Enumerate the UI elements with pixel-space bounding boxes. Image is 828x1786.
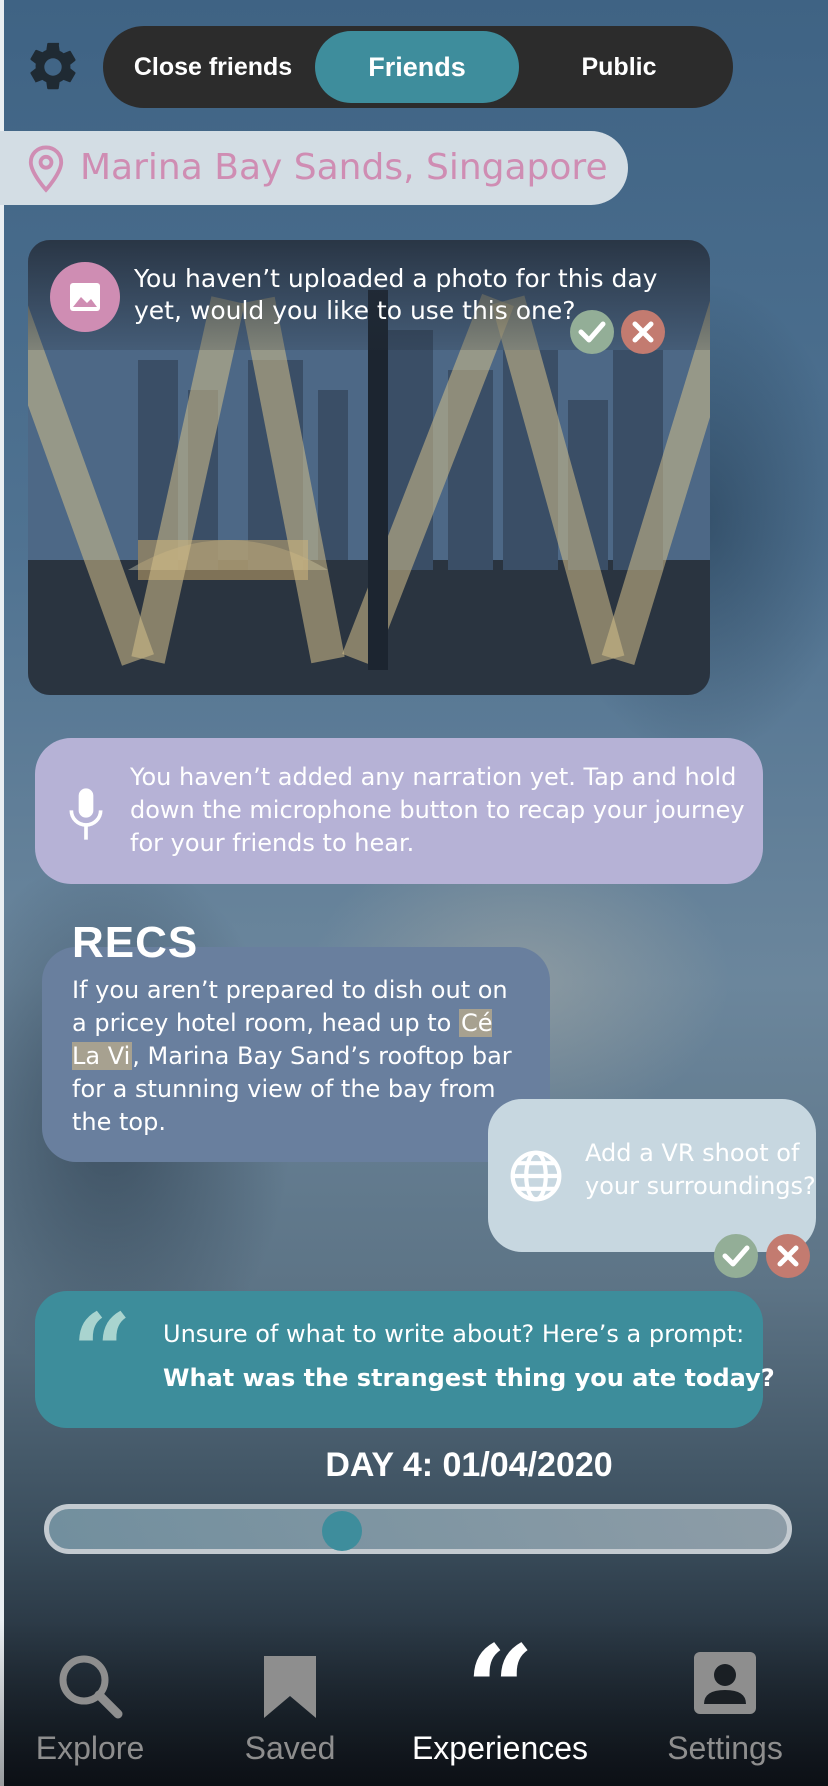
bottom-nav: Explore Saved “ Experiences Settings [0,1620,828,1786]
day-label: DAY 4: 01/04/2020 [325,1446,613,1484]
audience-friends[interactable]: Friends [315,31,519,103]
photo-icon [50,262,120,332]
check-icon [578,321,606,343]
close-icon [777,1245,799,1267]
audience-close-friends[interactable]: Close friends [103,31,323,103]
narration-text: You haven’t added any narration yet. Tap… [130,763,745,857]
microphone-icon[interactable] [64,786,108,842]
nav-experiences-label: Experiences [411,1730,589,1766]
day-slider-thumb[interactable] [321,1511,362,1551]
check-icon [722,1245,750,1267]
reject-photo-button[interactable] [621,310,665,354]
reject-vr-button[interactable] [766,1234,810,1278]
nav-settings-label: Settings [667,1730,783,1766]
globe-icon [510,1150,562,1202]
audience-public[interactable]: Public [519,31,719,103]
search-icon [59,1655,123,1719]
writing-prompt-card[interactable] [35,1291,763,1428]
nav-saved-label: Saved [244,1730,336,1766]
vr-text: Add a VR shoot of your surroundings? [585,1139,816,1200]
nav-explore-label: Explore [35,1730,145,1766]
day-slider-track[interactable] [44,1504,792,1554]
location-pin-icon [28,145,64,193]
recs-text-after: , Marina Bay Sand’s rooftop bar for a st… [72,1042,512,1136]
prompt-question: What was the strangest thing you ate tod… [163,1364,775,1392]
bookmark-icon [264,1656,316,1718]
recs-text-before: If you aren’t prepared to dish out on a … [72,976,508,1037]
accept-photo-button[interactable] [570,310,614,354]
quote-icon: “ [72,1290,132,1413]
location-name: Marina Bay Sands, Singapore [80,147,608,188]
account-icon [694,1652,756,1714]
location-pill[interactable]: Marina Bay Sands, Singapore [0,131,628,205]
recs-text: If you aren’t prepared to dish out on a … [72,974,522,1139]
gear-icon[interactable] [24,38,82,96]
accept-vr-button[interactable] [714,1234,758,1278]
close-icon [632,321,654,343]
audience-selector: Close friends Friends Public [103,26,733,108]
quote-icon: “ [465,1619,535,1760]
prompt-intro: Unsure of what to write about? Here’s a … [163,1320,745,1348]
screen-edge [0,0,4,1786]
recs-heading: RECS [72,918,199,967]
